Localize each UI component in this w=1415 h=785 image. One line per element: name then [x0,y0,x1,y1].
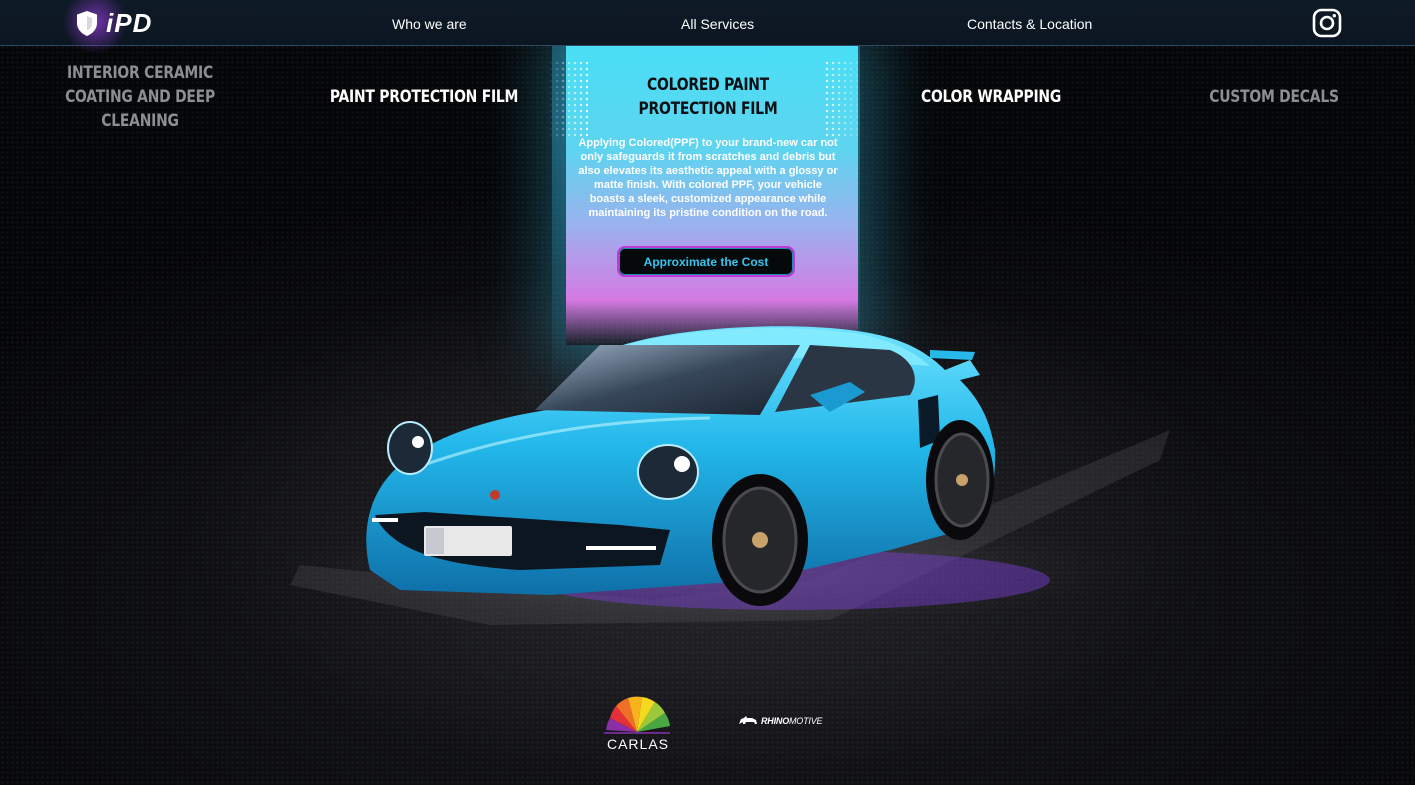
rhino-text-light: MOTIVE [789,716,823,726]
sparkle-right [824,60,864,140]
service-colored-ppf[interactable]: COLORED PAINT PROTECTION FILM [618,73,798,121]
sparkle-left [548,60,588,140]
carlas-logo-text: CARLAS [606,736,670,752]
logo-text: iPD [106,7,153,38]
instagram-icon[interactable] [1312,8,1342,38]
service-description: Applying Colored(PPF) to your brand-new … [578,137,838,219]
rhinomotive-logo[interactable]: RHINOMOTIVE [738,715,823,727]
ipd-logo[interactable]: iPD [60,0,176,52]
approximate-cost-button[interactable]: Approximate the Cost [617,246,795,277]
rhino-icon [739,716,757,724]
service-interior-ceramic[interactable]: INTERIOR CERAMIC COATING AND DEEP CLEANI… [58,61,222,133]
service-custom-decals[interactable]: CUSTOM DECALS [1192,85,1356,109]
nav-contacts-location[interactable]: Contacts & Location [967,16,1092,32]
shield-icon [77,10,97,36]
service-color-wrapping[interactable]: COLOR WRAPPING [909,85,1073,109]
service-paint-protection-film[interactable]: PAINT PROTECTION FILM [326,85,523,109]
top-nav: iPD Who we are All Services Contacts & L… [0,0,1415,52]
nav-who-we-are[interactable]: Who we are [392,16,467,32]
rhino-text-bold: RHINO [761,716,789,726]
car-image [290,326,1170,630]
page: iPD Who we are All Services Contacts & L… [0,0,1415,785]
nav-all-services[interactable]: All Services [681,16,754,32]
